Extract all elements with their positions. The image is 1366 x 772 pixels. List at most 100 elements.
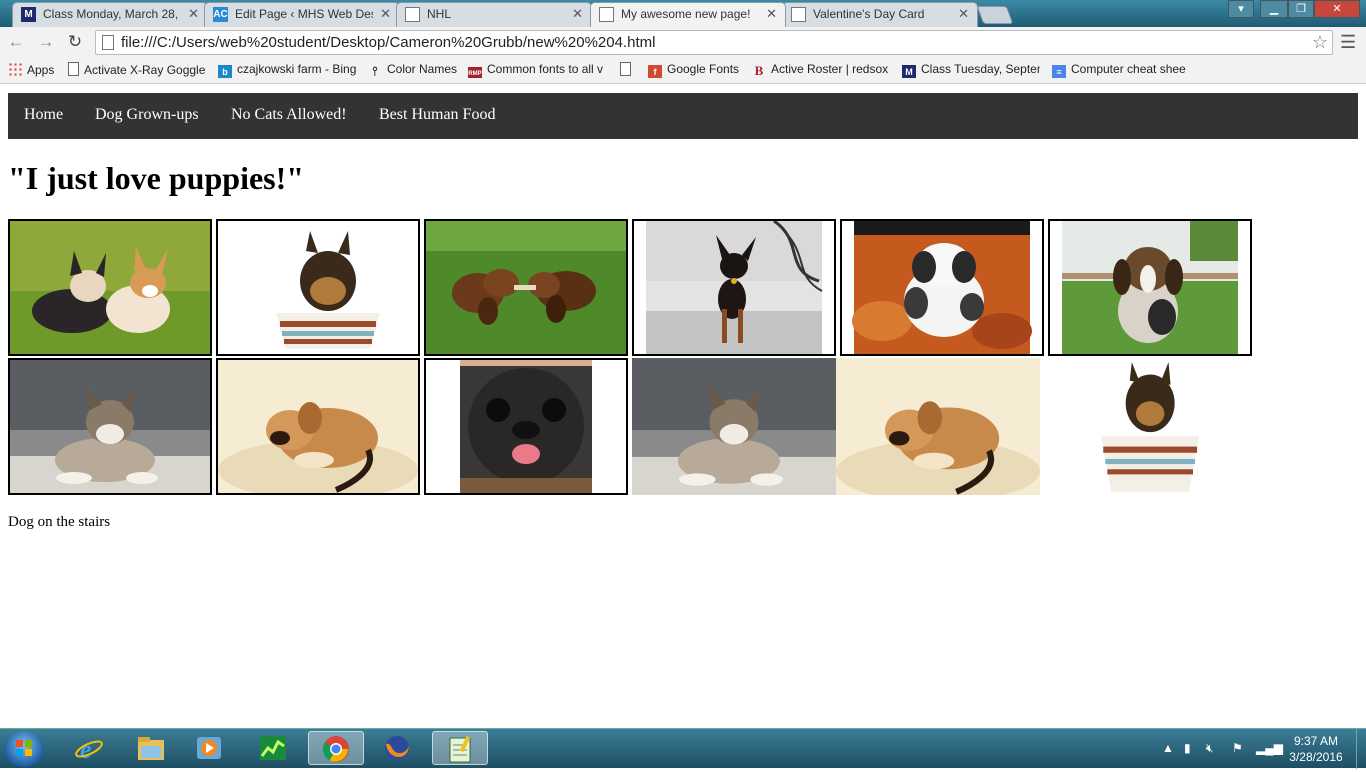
docs-icon: ≡	[1052, 65, 1066, 78]
bookmark-xray-goggles[interactable]: Activate X-Ray Goggle	[68, 62, 208, 78]
page-icon	[620, 62, 631, 76]
tab-title: Valentine's Day Card	[813, 7, 925, 21]
bookmark-star-icon[interactable]: ☆	[1312, 32, 1328, 53]
bookmark-untitled[interactable]	[620, 62, 636, 78]
b-icon: B	[754, 63, 764, 78]
close-icon[interactable]: ✕	[380, 6, 391, 22]
bookmark-label: czajkowski farm - Bing	[237, 62, 356, 76]
page-icon	[68, 62, 79, 76]
tab-title: Edit Page ‹ MHS Web Des	[235, 7, 373, 21]
page-icon	[791, 7, 806, 22]
dog-on-stairs-photo	[632, 219, 836, 356]
bookmark-computer-cheat-sheet[interactable]: ≡ Computer cheat shee	[1052, 62, 1192, 78]
bookmark-label: Google Fonts	[667, 62, 740, 76]
tab-title: NHL	[427, 7, 452, 21]
new-tab-button[interactable]	[976, 6, 1014, 24]
firefox-icon[interactable]	[370, 731, 426, 765]
forward-arrow-icon[interactable]: →	[36, 32, 56, 52]
page-title: "I just love puppies!"	[8, 160, 305, 196]
action-center-icon[interactable]: ⚑	[1232, 741, 1243, 755]
bookmark-label: Active Roster | redsox	[771, 62, 889, 76]
sleepy-puppy-sand-photo	[216, 358, 420, 495]
bookmark-label: Activate X-Ray Goggle	[84, 63, 206, 77]
bookmark-label: Computer cheat shee	[1071, 62, 1186, 76]
web-page: Home Dog Grown-ups No Cats Allowed! Best…	[0, 84, 1366, 728]
sleepy-puppy-sand-photo-2	[836, 358, 1040, 495]
tab-class-monday[interactable]: M Class Monday, March 28, ✕	[12, 2, 208, 27]
close-icon[interactable]: ✕	[188, 6, 199, 22]
bookmarks-bar: Apps Activate X-Ray Goggle b czajkowski f…	[0, 58, 1366, 84]
back-arrow-icon[interactable]: ←	[6, 32, 26, 52]
tab-strip: M Class Monday, March 28, ✕ AC Edit Page…	[0, 0, 1366, 27]
show-hidden-icons-button[interactable]: ▲	[1162, 741, 1174, 755]
m-icon: M	[21, 7, 36, 22]
site-nav: Home Dog Grown-ups No Cats Allowed! Best…	[8, 93, 1358, 139]
husky-mix-puppy-photo-2	[632, 358, 836, 495]
saint-bernard-leaves-photo	[840, 219, 1044, 356]
close-icon[interactable]: ✕	[766, 6, 777, 22]
bookmark-active-roster[interactable]: B Active Roster | redsox	[752, 62, 890, 78]
browser-toolbar: ← → ↻ file:///C:/Users/web%20student/Des…	[0, 27, 1366, 59]
maximize-button[interactable]: ❐	[1288, 0, 1314, 18]
clock-date: 3/28/2016	[1289, 750, 1343, 764]
bookmark-label: Color Names	[387, 62, 458, 76]
rmp-icon: RMP	[468, 67, 482, 78]
nav-dog-grown-ups[interactable]: Dog Grown-ups	[95, 106, 199, 124]
system-clock[interactable]: 9:37 AM 3/28/2016	[1284, 733, 1348, 765]
menu-icon[interactable]: ☰	[1340, 32, 1356, 53]
notepad-icon[interactable]	[432, 731, 488, 765]
clock-time: 9:37 AM	[1293, 734, 1339, 748]
bookmark-label: Class Tuesday, Septen	[921, 62, 1040, 76]
bing-icon: b	[218, 65, 232, 78]
tab-title: My awesome new page!	[621, 7, 751, 21]
tab-valentines-day-card[interactable]: Valentine's Day Card ✕	[782, 2, 978, 27]
url-text: file:///C:/Users/web%20student/Desktop/C…	[121, 34, 656, 51]
bookmark-color-names[interactable]: ⫯ Color Names	[368, 62, 457, 78]
start-button[interactable]	[4, 731, 44, 767]
dachshund-puppies-photo	[424, 219, 628, 356]
bookmark-common-fonts[interactable]: RMP Common fonts to all v	[468, 62, 608, 78]
volume-muted-icon[interactable]: 🔇︎	[1206, 741, 1214, 756]
google-fonts-icon: f	[648, 65, 662, 78]
yorkie-in-cup-photo	[216, 219, 420, 356]
reload-icon[interactable]: ↻	[65, 32, 85, 52]
ac-icon: AC	[213, 7, 228, 22]
network-signal-icon[interactable]: ▂▄▆	[1256, 741, 1283, 755]
media-player-icon[interactable]	[182, 731, 238, 765]
nav-home[interactable]: Home	[24, 106, 63, 124]
apps-icon	[8, 62, 22, 76]
minimize-button[interactable]: ▁	[1260, 0, 1288, 18]
tab-title: Class Monday, March 28,	[43, 7, 179, 21]
bookmark-czajkowski-farm[interactable]: b czajkowski farm - Bing	[218, 62, 356, 78]
user-icon[interactable]: ▾	[1228, 0, 1254, 18]
show-desktop-button[interactable]	[1356, 729, 1366, 769]
tab-nhl[interactable]: NHL ✕	[396, 2, 592, 27]
close-window-button[interactable]: ✕	[1314, 0, 1360, 18]
bookmark-class-tuesday[interactable]: M Class Tuesday, Septen	[902, 62, 1040, 78]
beagle-puppy-photo	[1048, 219, 1252, 356]
photo-caption: Dog on the stairs	[8, 514, 111, 530]
page-icon	[599, 7, 614, 22]
yorkie-in-cup-photo-2	[1040, 358, 1244, 495]
battery-icon[interactable]: ▮	[1184, 741, 1191, 755]
file-explorer-icon[interactable]	[124, 731, 180, 765]
windows-taskbar: e ▲ ▮ 🔇︎ ⚑ ▂▄▆ 9:37 AM 3/28/2016	[0, 728, 1366, 769]
nav-best-human-food[interactable]: Best Human Food	[379, 106, 495, 124]
husky-mix-puppy-photo	[8, 358, 212, 495]
corgi-puppies-photo	[8, 219, 212, 356]
pin-icon: ⫯	[372, 64, 378, 78]
chrome-icon[interactable]	[308, 731, 364, 765]
nav-no-cats-allowed[interactable]: No Cats Allowed!	[231, 106, 347, 124]
close-icon[interactable]: ✕	[572, 6, 583, 22]
tab-my-awesome-new-page[interactable]: My awesome new page! ✕	[590, 2, 786, 27]
bookmark-google-fonts[interactable]: f Google Fonts	[648, 62, 739, 78]
bookmark-label: Apps	[27, 63, 55, 77]
page-icon	[102, 35, 114, 50]
address-bar[interactable]: file:///C:/Users/web%20student/Desktop/C…	[95, 30, 1333, 55]
tab-edit-page[interactable]: AC Edit Page ‹ MHS Web Des ✕	[204, 2, 400, 27]
task-manager-icon[interactable]	[246, 731, 302, 765]
m-icon: M	[902, 65, 916, 78]
close-icon[interactable]: ✕	[958, 6, 969, 22]
bookmark-apps[interactable]: Apps	[8, 62, 54, 78]
internet-explorer-icon[interactable]: e	[62, 731, 118, 765]
